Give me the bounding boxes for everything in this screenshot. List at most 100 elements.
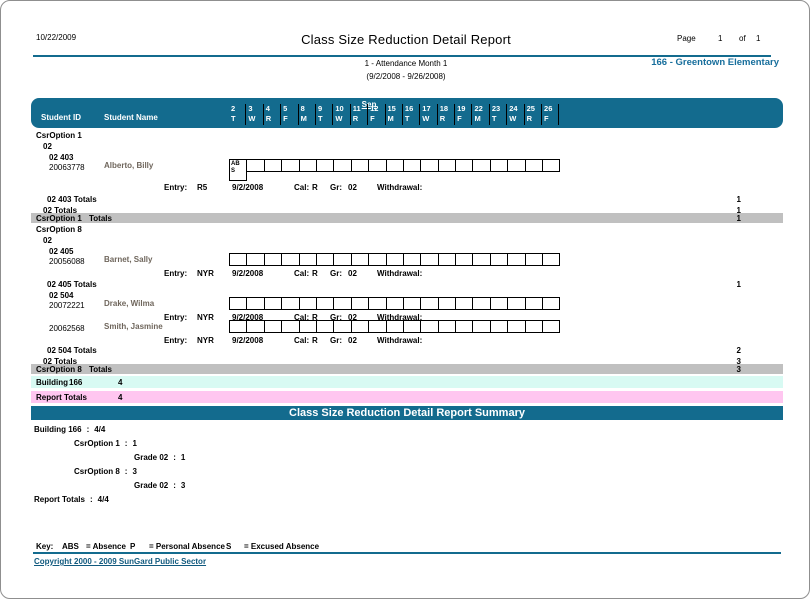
- day-letter: F: [283, 114, 297, 124]
- date-number: 11: [353, 104, 367, 114]
- report-totals-label: Report Totals: [36, 393, 87, 402]
- option-totals-name: CsrOption 8: [36, 365, 82, 374]
- building-name: 166 - Greentown Elementary: [581, 57, 779, 68]
- page-label: Page: [677, 34, 696, 43]
- attendance-day-cell: [507, 159, 525, 172]
- attendance-day-cell: [316, 297, 334, 310]
- building-totals-bar: Building 166 4: [31, 376, 783, 388]
- attendance-day-cell: [386, 159, 404, 172]
- cal-label: Cal:: [294, 269, 309, 278]
- gr-label: Gr:: [330, 269, 342, 278]
- date-number: 23: [492, 104, 506, 114]
- of-label: of: [739, 34, 746, 43]
- attendance-day-cell: [264, 320, 282, 333]
- attendance-day-cell: [246, 159, 264, 172]
- attendance-day-cell: [403, 159, 421, 172]
- day-letter: M: [474, 114, 488, 124]
- attendance-day-cell: [542, 253, 560, 266]
- date-column: 23 T: [490, 104, 507, 125]
- summary-value: 1: [132, 439, 136, 448]
- attendance-day-cell: [542, 297, 560, 310]
- building-number: 166: [69, 378, 82, 387]
- date-column: 15 M: [386, 104, 403, 125]
- date-column: 4 R: [264, 104, 281, 125]
- date-number: 9: [318, 104, 332, 114]
- option-total-value: 3: [691, 365, 741, 374]
- summary-label: Grade 02: [134, 453, 168, 462]
- day-letter: R: [266, 114, 280, 124]
- student-name: Smith, Jasmine: [104, 322, 163, 331]
- attendance-day-cell: [368, 297, 386, 310]
- day-letter: F: [370, 114, 384, 124]
- report-page: 10/22/2009 Class Size Reduction Detail R…: [0, 0, 810, 599]
- attendance-day-cell: [333, 297, 351, 310]
- key-row: Key: ABS = Absence P = Personal Absence …: [1, 542, 810, 552]
- day-letter: R: [440, 114, 454, 124]
- totals-word: Totals: [89, 214, 112, 223]
- copyright-link[interactable]: Copyright 2000 - 2009 SunGard Public Sec…: [34, 557, 206, 566]
- colon: :: [173, 453, 176, 462]
- entry-code: NYR: [197, 269, 214, 278]
- entry-row: Entry: NYR 9/2/2008 Cal: R Gr: 02 Withdr…: [1, 269, 810, 279]
- entry-code: NYR: [197, 313, 214, 322]
- date-number: 15: [388, 104, 402, 114]
- page-number: 1: [718, 34, 722, 43]
- day-letter: M: [388, 114, 402, 124]
- student-name: Barnet, Sally: [104, 255, 152, 264]
- attendance-day-cell: [403, 320, 421, 333]
- day-letter: R: [527, 114, 541, 124]
- student-name: Alberto, Billy: [104, 161, 153, 170]
- attendance-day-cell: [246, 253, 264, 266]
- attendance-day-cell: [438, 297, 456, 310]
- attendance-day-cell: [507, 320, 525, 333]
- attendance-day-cell: [333, 253, 351, 266]
- attendance-day-cell: [542, 320, 560, 333]
- gr-value: 02: [348, 183, 357, 192]
- summary-value: 1: [181, 453, 185, 462]
- attendance-day-cell: [351, 159, 369, 172]
- class-totals-label: 02 504 Totals: [47, 346, 97, 355]
- attendance-day-cell: [438, 159, 456, 172]
- date-range: (9/2/2008 - 9/26/2008): [1, 72, 810, 81]
- class-totals-label: 02 405 Totals: [47, 280, 97, 289]
- summary-value: 4/4: [94, 425, 105, 434]
- attendance-day-cell: [246, 320, 264, 333]
- total-pages: 1: [756, 34, 760, 43]
- option-group-label: CsrOption 1: [36, 131, 82, 140]
- attendance-day-cell: [525, 159, 543, 172]
- attendance-day-cell: [420, 253, 438, 266]
- date-column: 18 R: [438, 104, 455, 125]
- attendance-day-cell: [386, 253, 404, 266]
- attendance-day-cell: [403, 253, 421, 266]
- table-header-band: Sep Student ID Student Name 2 T 3 W 4 R: [31, 98, 783, 128]
- attendance-day-cell: [368, 159, 386, 172]
- date-number: 10: [335, 104, 349, 114]
- date-number: 16: [405, 104, 419, 114]
- attendance-day-cell: [351, 297, 369, 310]
- entry-label: Entry:: [164, 336, 187, 345]
- attendance-day-cell: [316, 159, 334, 172]
- colon: :: [87, 425, 90, 434]
- attendance-day-cell: [472, 320, 490, 333]
- class-total-value: 1: [691, 280, 741, 289]
- building-label: Building: [36, 378, 68, 387]
- student-name: Drake, Wilma: [104, 299, 154, 308]
- attendance-day-cell: [490, 297, 508, 310]
- date-column: 5 F: [281, 104, 298, 125]
- attendance-grid: [229, 320, 560, 333]
- attendance-day-cell: [420, 320, 438, 333]
- attendance-day-cell: [386, 320, 404, 333]
- building-total-value: 4: [118, 378, 122, 387]
- colon: :: [125, 467, 128, 476]
- summary-line: Building 166:4/4: [34, 425, 105, 434]
- date-columns: 2 T 3 W 4 R 5 F 8: [229, 104, 559, 125]
- date-number: 8: [301, 104, 315, 114]
- date-column: 9 T: [316, 104, 333, 125]
- attendance-day-cell: [525, 253, 543, 266]
- attendance-day-cell: [264, 297, 282, 310]
- day-letter: T: [492, 114, 506, 124]
- attendance-day-cell: [229, 253, 247, 266]
- attendance-day-cell: [333, 320, 351, 333]
- cal-label: Cal:: [294, 183, 309, 192]
- gr-label: Gr:: [330, 336, 342, 345]
